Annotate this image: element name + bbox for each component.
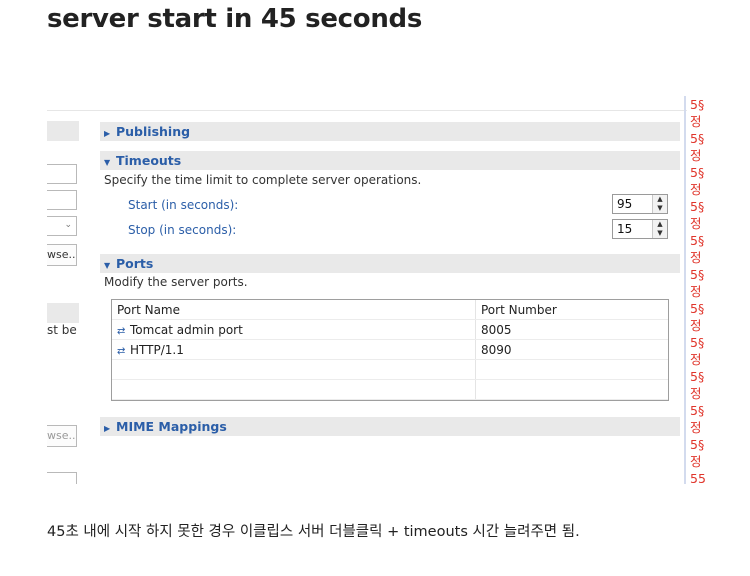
margin-line: 정	[690, 386, 702, 401]
table-row[interactable]: ⇄ Tomcat admin port 8005	[112, 320, 668, 340]
spinner-buttons: ▲ ▼	[652, 195, 667, 213]
spinner-down-icon[interactable]: ▼	[653, 204, 667, 213]
margin-line: 정	[690, 216, 702, 231]
port-name: HTTP/1.1	[130, 343, 184, 357]
section-mime-label: MIME Mappings	[116, 419, 227, 434]
left-panel-browse-button[interactable]: wse...	[47, 244, 77, 266]
margin-line: 정	[690, 148, 702, 163]
margin-line: 5§	[690, 369, 705, 384]
column-header-port-number[interactable]: Port Number	[481, 303, 557, 317]
margin-line: 정	[690, 420, 702, 435]
margin-line: 5§	[690, 131, 705, 146]
eclipse-server-editor-screenshot: ⌄ wse... st be wse... ▶ Publishing ▼ Timeo…	[47, 96, 687, 484]
spinner-up-icon[interactable]: ▲	[653, 220, 667, 229]
left-panel-browse-button-disabled[interactable]: wse...	[47, 425, 77, 447]
stop-timeout-spinner[interactable]: 15 ▲ ▼	[612, 219, 668, 239]
margin-line: 정	[690, 250, 702, 265]
margin-line: 정	[690, 318, 702, 333]
post-body-text: 45초 내에 시작 하지 못한 경우 이클립스 서버 더블클릭 + timeou…	[47, 524, 580, 540]
margin-line: 정	[690, 454, 702, 469]
margin-line: 5§	[690, 403, 705, 418]
margin-line: 5§	[690, 437, 705, 452]
margin-text-column: 5§ 정 5§ 정 5§ 정 5§ 정 5§ 정 5§ 정 5§ 정 5§ 정 …	[690, 96, 750, 484]
timeouts-description: Specify the time limit to complete serve…	[104, 173, 422, 187]
column-header-port-name[interactable]: Port Name	[117, 303, 180, 317]
section-mime-mappings[interactable]: ▶ MIME Mappings	[100, 417, 680, 436]
triangle-down-icon: ▼	[104, 261, 111, 270]
table-row-empty	[112, 360, 668, 380]
margin-line: 5§	[690, 301, 705, 316]
table-row[interactable]: ⇄ HTTP/1.1 8090	[112, 340, 668, 360]
divider	[47, 110, 687, 111]
chevron-down-icon: ⌄	[64, 220, 72, 230]
stop-timeout-label: Stop (in seconds):	[128, 223, 237, 237]
section-ports-label: Ports	[116, 256, 154, 271]
port-icon: ⇄	[117, 346, 126, 357]
left-panel-field-1[interactable]	[47, 164, 77, 184]
left-panel-field-2[interactable]	[47, 190, 77, 210]
left-panel-subheader	[47, 303, 79, 323]
margin-line: 5§	[690, 199, 705, 214]
port-icon: ⇄	[117, 326, 126, 337]
margin-rule	[684, 96, 686, 484]
margin-line: 정	[690, 182, 702, 197]
left-panel-clipped-text: st be	[47, 323, 77, 337]
stop-timeout-value[interactable]: 15	[617, 222, 632, 236]
left-panel-dropdown[interactable]: ⌄	[47, 216, 77, 236]
triangle-down-icon: ▼	[104, 158, 111, 167]
section-ports[interactable]: ▼ Ports	[100, 254, 680, 273]
margin-line: 정	[690, 114, 702, 129]
ports-table: Port Name Port Number ⇄ Tomcat admin port…	[111, 299, 669, 401]
left-panel-header	[47, 121, 79, 141]
start-timeout-spinner[interactable]: 95 ▲ ▼	[612, 194, 668, 214]
port-name-cell: ⇄ HTTP/1.1	[117, 343, 184, 357]
margin-line: 5§	[690, 335, 705, 350]
start-timeout-value[interactable]: 95	[617, 197, 632, 211]
spinner-up-icon[interactable]: ▲	[653, 195, 667, 204]
port-name: Tomcat admin port	[130, 323, 243, 337]
page-title: server start in 45 seconds	[47, 4, 423, 34]
margin-line: 5§	[690, 165, 705, 180]
spinner-down-icon[interactable]: ▼	[653, 229, 667, 238]
margin-line: 정	[690, 352, 702, 367]
port-number-cell[interactable]: 8090	[481, 343, 512, 357]
left-panel-field-3[interactable]	[47, 472, 77, 484]
section-timeouts-label: Timeouts	[116, 153, 182, 168]
margin-line: 55	[690, 471, 706, 484]
start-timeout-label: Start (in seconds):	[128, 198, 239, 212]
margin-line: 5§	[690, 97, 705, 112]
port-name-cell: ⇄ Tomcat admin port	[117, 323, 243, 337]
margin-line: 5§	[690, 233, 705, 248]
port-number-cell[interactable]: 8005	[481, 323, 512, 337]
section-publishing-label: Publishing	[116, 124, 191, 139]
table-header: Port Name Port Number	[112, 300, 668, 320]
section-timeouts[interactable]: ▼ Timeouts	[100, 151, 680, 170]
table-row-empty	[112, 380, 668, 400]
margin-line: 5§	[690, 267, 705, 282]
spinner-buttons: ▲ ▼	[652, 220, 667, 238]
triangle-right-icon: ▶	[104, 424, 111, 433]
margin-line: 정	[690, 284, 702, 299]
section-publishing[interactable]: ▶ Publishing	[100, 122, 680, 141]
ports-description: Modify the server ports.	[104, 275, 248, 289]
triangle-right-icon: ▶	[104, 129, 111, 138]
